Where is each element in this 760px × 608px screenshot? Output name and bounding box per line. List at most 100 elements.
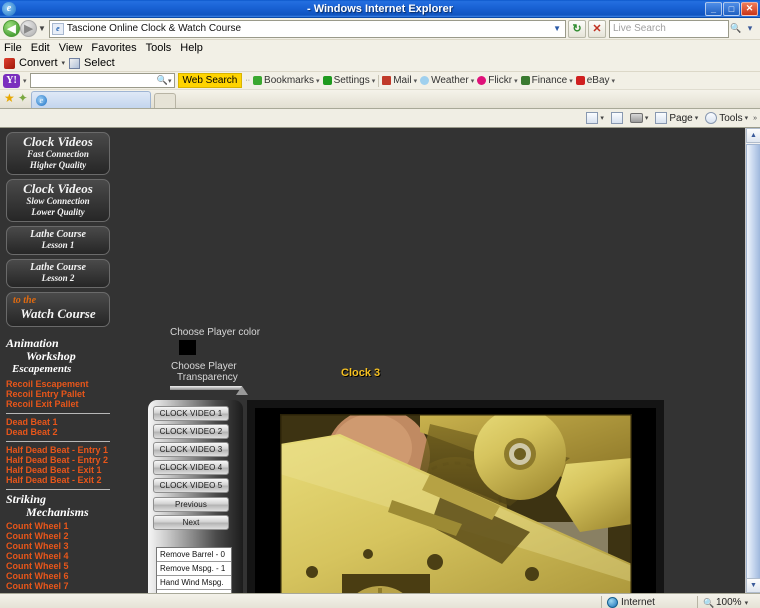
menu-item-tools[interactable]: Tools bbox=[146, 42, 172, 54]
link-count-wheel-4[interactable]: Count Wheel 4 bbox=[6, 551, 110, 561]
menu-item-help[interactable]: Help bbox=[180, 42, 203, 54]
live-search-input[interactable]: Live Search bbox=[609, 19, 729, 38]
sidebar-item-watch-course[interactable]: to the Watch Course bbox=[6, 292, 110, 327]
scrollbar-thumb[interactable] bbox=[746, 144, 760, 579]
link-count-wheel-6[interactable]: Count Wheel 6 bbox=[6, 571, 110, 581]
link-half-dead-beat-exit-2[interactable]: Half Dead Beat - Exit 2 bbox=[6, 475, 110, 485]
transparency-line-1: Choose Player bbox=[171, 361, 237, 372]
clock-video-2-button[interactable]: CLOCK VIDEO 2 bbox=[153, 424, 229, 439]
forward-button[interactable]: ▶ bbox=[20, 20, 37, 37]
yahoo-mail-button[interactable]: Mail ▾ bbox=[382, 75, 417, 86]
yahoo-weather-button[interactable]: Weather ▾ bbox=[420, 75, 474, 86]
chapter-listbox[interactable]: Remove Barrel - 0 Remove Mspg. - 1 Hand … bbox=[156, 547, 232, 593]
close-button[interactable]: ✕ bbox=[741, 1, 758, 16]
transparency-slider-track[interactable] bbox=[170, 386, 242, 390]
link-half-dead-beat-exit-1[interactable]: Half Dead Beat - Exit 1 bbox=[6, 465, 110, 475]
yahoo-settings-button[interactable]: Settings ▾ bbox=[322, 75, 375, 86]
chevron-down-icon: ▾ bbox=[600, 115, 604, 122]
add-favorite-icon[interactable]: ✦ bbox=[18, 91, 28, 105]
chevron-down-icon: ▾ bbox=[611, 77, 616, 85]
search-options-caret-icon[interactable]: ▾ bbox=[743, 20, 757, 38]
link-half-dead-beat-entry-2[interactable]: Half Dead Beat - Entry 2 bbox=[6, 455, 110, 465]
overflow-icon[interactable]: » bbox=[753, 115, 757, 122]
link-count-wheel-5[interactable]: Count Wheel 5 bbox=[6, 561, 110, 571]
link-recoil-escapement[interactable]: Recoil Escapement bbox=[6, 379, 110, 389]
yahoo-search-input[interactable]: 🔍 ▾ bbox=[29, 73, 175, 88]
link-count-wheel-1[interactable]: Count Wheel 1 bbox=[6, 521, 110, 531]
menu-item-file[interactable]: File bbox=[4, 42, 22, 54]
yahoo-caret-icon[interactable]: ▾ bbox=[23, 77, 27, 85]
feeds-icon[interactable] bbox=[609, 112, 625, 124]
print-icon[interactable]: ▾ bbox=[628, 113, 651, 123]
next-button[interactable]: Next bbox=[153, 515, 229, 530]
sidebar-item-clock-videos-slow[interactable]: Clock Videos Slow Connection Lower Quali… bbox=[6, 179, 110, 222]
address-bar[interactable]: e Tascione Online Clock & Watch Course ▼ bbox=[48, 19, 566, 38]
color-swatch-fill bbox=[181, 342, 194, 353]
yahoo-ebay-button[interactable]: eBay ▾ bbox=[575, 75, 616, 86]
back-button[interactable]: ◀ bbox=[3, 20, 20, 37]
yahoo-flickr-button[interactable]: Flickr ▾ bbox=[477, 75, 518, 86]
link-recoil-exit-pallet[interactable]: Recoil Exit Pallet bbox=[6, 399, 110, 409]
menu-item-favorites[interactable]: Favorites bbox=[91, 42, 136, 54]
maximize-button[interactable]: □ bbox=[723, 1, 740, 16]
video-stage[interactable] bbox=[255, 408, 656, 593]
yahoo-bookmarks-button[interactable]: Bookmarks ▾ bbox=[253, 75, 320, 86]
previous-button[interactable]: Previous bbox=[153, 497, 229, 512]
transparency-slider-knob[interactable] bbox=[236, 386, 248, 395]
yahoo-logo-icon[interactable]: Y! bbox=[3, 73, 20, 88]
link-count-wheel-2[interactable]: Count Wheel 2 bbox=[6, 531, 110, 541]
list-item[interactable]: Remove Mspg. - 1 bbox=[157, 562, 231, 576]
settings-icon bbox=[322, 76, 332, 85]
tools-menu-button[interactable]: Tools ▾ bbox=[703, 112, 750, 124]
player-color-swatch[interactable] bbox=[179, 340, 196, 355]
browser-tab[interactable]: e bbox=[30, 91, 151, 108]
link-dead-beat-2[interactable]: Dead Beat 2 bbox=[6, 427, 110, 437]
video-frame-image bbox=[279, 414, 632, 593]
history-dropdown-icon[interactable]: ▼ bbox=[38, 24, 46, 33]
link-count-wheel-3[interactable]: Count Wheel 3 bbox=[6, 541, 110, 551]
web-search-button[interactable]: Web Search bbox=[177, 73, 243, 88]
sidebar-item-lathe-lesson-2[interactable]: Lathe Course Lesson 2 bbox=[6, 259, 110, 288]
pdf-convert-toolbar: Convert ▾ Select bbox=[0, 55, 760, 72]
chevron-down-icon[interactable]: ▼ bbox=[553, 24, 563, 33]
clock-video-3-button[interactable]: CLOCK VIDEO 3 bbox=[153, 442, 229, 457]
clock-video-4-button[interactable]: CLOCK VIDEO 4 bbox=[153, 460, 229, 475]
toolbar-divider bbox=[378, 74, 380, 87]
convert-caret-icon[interactable]: ▾ bbox=[62, 59, 66, 67]
clock-video-1-button[interactable]: CLOCK VIDEO 1 bbox=[153, 406, 229, 421]
yahoo-finance-button[interactable]: Finance ▾ bbox=[520, 75, 573, 86]
chevron-down-icon: ▾ bbox=[694, 115, 699, 122]
convert-button[interactable]: Convert bbox=[19, 57, 58, 69]
select-button[interactable]: Select bbox=[84, 57, 115, 69]
clock-video-5-button[interactable]: CLOCK VIDEO 5 bbox=[153, 478, 229, 493]
page-scrollbar[interactable]: ▲ ▼ bbox=[745, 128, 760, 593]
security-zone[interactable]: Internet bbox=[602, 594, 697, 608]
menu-item-view[interactable]: View bbox=[59, 42, 83, 54]
minimize-button[interactable]: _ bbox=[705, 1, 722, 16]
list-item[interactable]: Remove Barrel - 0 bbox=[157, 548, 231, 562]
scroll-down-arrow-icon[interactable]: ▼ bbox=[746, 578, 760, 593]
zoom-control[interactable]: 🔍 100% ▾ bbox=[698, 594, 760, 608]
home-icon[interactable]: ▾ bbox=[584, 112, 606, 124]
list-item[interactable]: Cleaning Prep. - 3 bbox=[157, 590, 231, 593]
sidebar-item-clock-videos-fast[interactable]: Clock Videos Fast Connection Higher Qual… bbox=[6, 132, 110, 175]
search-icon[interactable]: 🔍 bbox=[729, 20, 743, 38]
list-item[interactable]: Hand Wind Mspg. bbox=[157, 576, 231, 590]
link-half-dead-beat-entry-1[interactable]: Half Dead Beat - Entry 1 bbox=[6, 445, 110, 455]
link-count-wheel-7[interactable]: Count Wheel 7 bbox=[6, 581, 110, 591]
stop-icon[interactable]: ✕ bbox=[588, 19, 606, 38]
page-menu-button[interactable]: Page ▾ bbox=[653, 112, 700, 124]
new-tab-button[interactable] bbox=[153, 93, 176, 108]
scroll-up-arrow-icon[interactable]: ▲ bbox=[746, 128, 760, 143]
course-sidebar: Clock Videos Fast Connection Higher Qual… bbox=[6, 132, 110, 593]
sidebar-item-lathe-lesson-1[interactable]: Lathe Course Lesson 1 bbox=[6, 226, 110, 255]
link-recoil-entry-pallet[interactable]: Recoil Entry Pallet bbox=[6, 389, 110, 399]
favorites-star-icon[interactable]: ★ bbox=[4, 91, 15, 105]
refresh-icon[interactable]: ↻ bbox=[568, 19, 586, 38]
chevron-down-icon[interactable]: ▾ bbox=[745, 599, 749, 607]
menu-item-edit[interactable]: Edit bbox=[31, 42, 50, 54]
address-input[interactable]: Tascione Online Clock & Watch Course bbox=[67, 23, 550, 34]
yahoo-search-caret-icon[interactable]: ▾ bbox=[168, 77, 172, 85]
weather-icon bbox=[420, 76, 430, 85]
link-dead-beat-1[interactable]: Dead Beat 1 bbox=[6, 417, 110, 427]
